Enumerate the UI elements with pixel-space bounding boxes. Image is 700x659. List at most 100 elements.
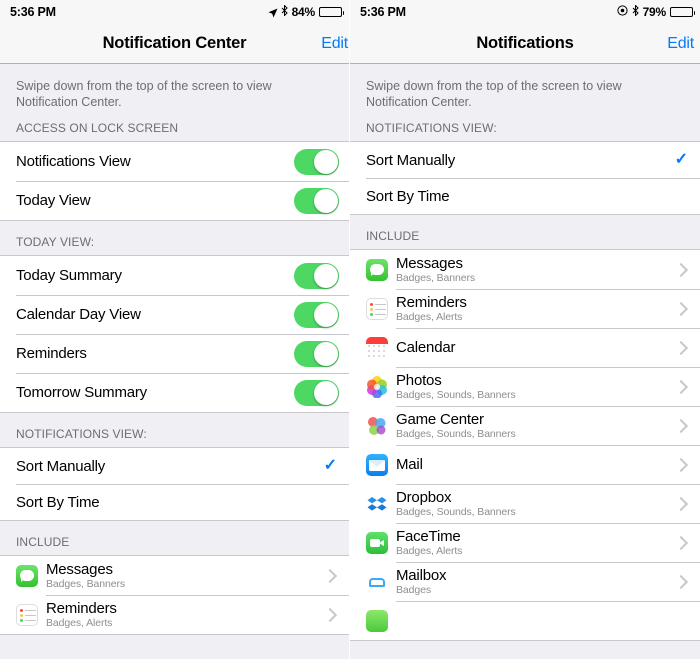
row-app-messages[interactable]: Messages Badges, Banners — [350, 250, 700, 289]
game-center-icon — [366, 414, 388, 437]
row-app-facetime[interactable]: FaceTime Badges, Alerts — [350, 523, 700, 562]
battery-icon — [319, 7, 344, 17]
row-sort-manually[interactable]: Sort Manually ✓ — [0, 448, 349, 484]
bluetooth-icon — [281, 4, 288, 19]
app-subtitle: Badges, Alerts — [396, 545, 463, 557]
toggle-today-summary[interactable] — [294, 262, 339, 289]
bluetooth-icon — [632, 4, 639, 19]
photos-icon — [366, 375, 388, 398]
app-subtitle: Badges, Alerts — [396, 311, 463, 323]
app-name: Calendar — [396, 338, 456, 356]
chevron-right-icon — [322, 568, 338, 583]
row-app-mail[interactable]: Mail — [350, 445, 700, 484]
row-sort-by-time[interactable]: Sort By Time — [0, 484, 349, 520]
right-status-bar: 5:36 PM 79% — [350, 0, 700, 24]
row-today-summary[interactable]: Today Summary — [0, 256, 349, 295]
app-text: Mail — [396, 455, 676, 475]
app-text: Messages Badges, Banners — [46, 561, 325, 590]
checkmark-icon: ✓ — [674, 151, 688, 168]
app-subtitle: Badges, Sounds, Banners — [396, 428, 516, 440]
app-name: Mail — [396, 455, 423, 473]
chevron-right-icon — [673, 340, 689, 355]
row-app-reminders[interactable]: Reminders Badges, Alerts — [350, 289, 700, 328]
edit-button[interactable]: Edit — [321, 35, 348, 53]
chevron-right-icon — [673, 418, 689, 433]
row-label: Sort Manually — [16, 457, 106, 475]
row-app-reminders[interactable]: Reminders Badges, Alerts — [0, 595, 349, 634]
location-arrow-icon — [268, 8, 278, 17]
toggle-reminders[interactable] — [294, 340, 339, 367]
status-time: 5:36 PM — [360, 5, 406, 19]
row-reminders[interactable]: Reminders — [0, 334, 349, 373]
chevron-right-icon — [673, 379, 689, 394]
row-label: Sort By Time — [366, 187, 450, 205]
chevron-right-icon — [673, 574, 689, 589]
screenshot-pair: 5:36 PM 84% Notification Center Edit Swi… — [0, 0, 700, 659]
chevron-right-icon — [673, 496, 689, 511]
row-tomorrow-summary[interactable]: Tomorrow Summary — [0, 373, 349, 412]
left-screen: 5:36 PM 84% Notification Center Edit Swi… — [0, 0, 350, 659]
toggle-today-view[interactable] — [294, 187, 339, 214]
status-time: 5:36 PM — [10, 5, 56, 19]
row-sort-by-time[interactable]: Sort By Time — [350, 178, 700, 214]
row-label: Sort Manually — [366, 151, 456, 169]
row-calendar-day-view[interactable]: Calendar Day View — [0, 295, 349, 334]
app-subtitle: Badges, Alerts — [46, 617, 113, 629]
row-notifications-view[interactable]: Notifications View — [0, 142, 349, 181]
group-today-view: Today Summary Calendar Day View Reminder… — [0, 255, 349, 413]
app-name: Messages — [46, 561, 113, 578]
row-app-dropbox[interactable]: Dropbox Badges, Sounds, Banners — [350, 484, 700, 523]
row-app-mailbox[interactable]: Mailbox Badges — [350, 562, 700, 601]
right-content[interactable]: Swipe down from the top of the screen to… — [350, 64, 700, 659]
row-label: Today View — [16, 192, 91, 209]
app-text: Reminders Badges, Alerts — [396, 294, 676, 323]
row-app-photos[interactable]: Photos Badges, Sounds, Banners — [350, 367, 700, 406]
section-header-include: INCLUDE — [16, 535, 70, 549]
messages-icon — [366, 258, 388, 281]
reminders-icon — [366, 297, 388, 320]
chevron-right-icon — [673, 262, 689, 277]
row-label: Calendar Day View — [16, 306, 141, 323]
app-name: Messages — [396, 255, 463, 272]
toggle-tomorrow-summary[interactable] — [294, 379, 339, 406]
app-name: Game Center — [396, 411, 484, 428]
row-app-game-center[interactable]: Game Center Badges, Sounds, Banners — [350, 406, 700, 445]
app-name: Photos — [396, 372, 442, 389]
toggle-notifications-view[interactable] — [294, 148, 339, 175]
app-subtitle: Badges, Sounds, Banners — [396, 506, 516, 518]
app-subtitle: Badges, Sounds, Banners — [396, 389, 516, 401]
left-content[interactable]: Swipe down from the top of the screen to… — [0, 64, 349, 659]
page-title: Notification Center — [102, 34, 247, 52]
left-description: Swipe down from the top of the screen to… — [16, 79, 272, 109]
right-nav-bar: Notifications Edit — [350, 24, 700, 64]
status-indicators: 84% — [268, 4, 344, 19]
messages-icon — [16, 564, 38, 587]
section-header-notifications-view: NOTIFICATIONS VIEW: — [16, 427, 147, 441]
edit-button[interactable]: Edit — [667, 35, 694, 53]
row-label: Notifications View — [16, 153, 131, 170]
row-sort-manually[interactable]: Sort Manually ✓ — [350, 142, 700, 178]
app-name: Reminders — [396, 294, 467, 311]
app-text: Game Center Badges, Sounds, Banners — [396, 411, 676, 440]
chevron-right-icon — [673, 457, 689, 472]
toggle-calendar-day-view[interactable] — [294, 301, 339, 328]
app-text: Reminders Badges, Alerts — [46, 600, 325, 629]
row-label: Tomorrow Summary — [16, 384, 147, 401]
app-text: Messages Badges, Banners — [396, 255, 676, 284]
section-header-notifications-view: NOTIFICATIONS VIEW: — [366, 121, 497, 135]
app-name: Reminders — [46, 600, 117, 617]
battery-percent: 79% — [642, 5, 667, 19]
row-label: Sort By Time — [16, 493, 100, 511]
row-app-partial[interactable] — [350, 601, 700, 640]
group-include: Messages Badges, Banners Reminders Badge… — [350, 249, 700, 641]
checkmark-icon: ✓ — [323, 457, 337, 474]
app-text: Calendar — [396, 338, 676, 358]
app-subtitle: Badges, Banners — [46, 578, 126, 590]
row-app-calendar[interactable]: Calendar — [350, 328, 700, 367]
page-title: Notifications — [476, 34, 574, 52]
do-not-disturb-icon — [616, 5, 628, 19]
mailbox-icon — [366, 570, 388, 593]
row-app-messages[interactable]: Messages Badges, Banners — [0, 556, 349, 595]
row-today-view[interactable]: Today View — [0, 181, 349, 220]
app-text: FaceTime Badges, Alerts — [396, 528, 676, 557]
